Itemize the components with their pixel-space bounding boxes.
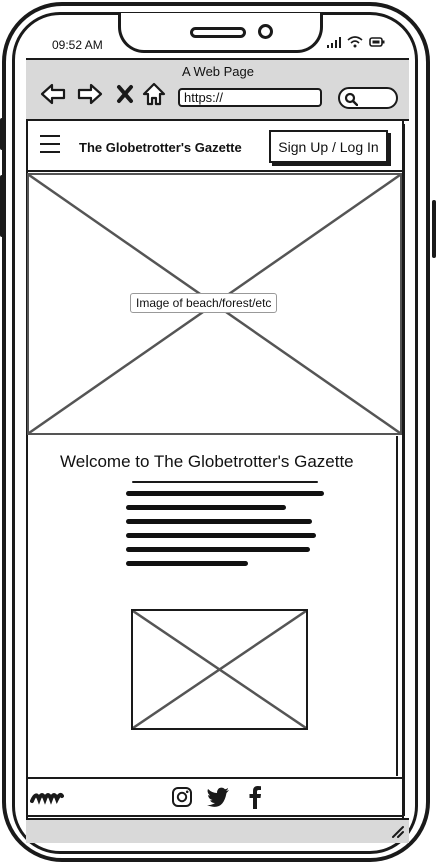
phone-volume-button	[0, 175, 4, 237]
browser-page-title: A Web Page	[181, 64, 255, 79]
page-scrollbar[interactable]	[403, 124, 408, 816]
hamburger-menu-icon[interactable]	[40, 135, 60, 155]
site-title[interactable]: The Globetrotter's Gazette	[79, 140, 242, 155]
search-icon	[344, 92, 358, 106]
browser-search-field[interactable]	[338, 87, 398, 109]
wifi-icon	[347, 36, 363, 48]
close-icon[interactable]	[111, 80, 139, 108]
phone-side-button	[0, 118, 4, 150]
content-image-placeholder	[131, 609, 308, 730]
resize-grip-icon[interactable]	[390, 824, 404, 838]
forward-arrow-icon[interactable]	[76, 80, 104, 108]
back-arrow-icon[interactable]	[39, 80, 67, 108]
scribbled-paragraph	[126, 491, 324, 566]
twitter-icon[interactable]	[206, 786, 230, 808]
heading-underline	[132, 481, 318, 483]
welcome-heading: Welcome to The Globetrotter's Gazette	[60, 452, 354, 471]
phone-power-button	[432, 200, 436, 258]
content-scroll-track	[396, 436, 398, 776]
battery-icon	[369, 37, 385, 47]
facebook-icon[interactable]	[248, 785, 262, 809]
instagram-icon[interactable]	[171, 786, 193, 808]
hero-image-caption: Image of beach/forest/etc	[130, 293, 278, 313]
url-input[interactable]: https://	[178, 88, 322, 107]
squiggle-logo-icon	[30, 793, 64, 805]
status-time: 09:52 AM	[52, 38, 103, 52]
home-icon[interactable]	[140, 80, 168, 108]
status-icons	[327, 36, 385, 48]
speaker-icon	[190, 27, 246, 38]
sign-up-log-in-button[interactable]: Sign Up / Log In	[269, 130, 388, 163]
browser-bottom-bar	[26, 818, 409, 843]
signal-icon	[327, 36, 341, 48]
camera-icon	[258, 24, 273, 39]
